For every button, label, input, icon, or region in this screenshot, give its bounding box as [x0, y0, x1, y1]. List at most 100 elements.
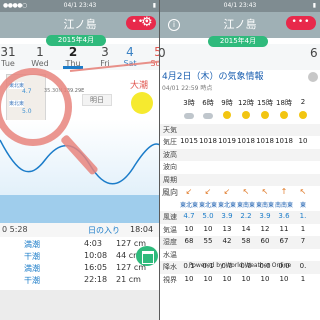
- temperature-value: 10: [184, 224, 194, 233]
- date-strip: [160, 44, 320, 70]
- wind-arrow-icon: ↖: [261, 187, 269, 196]
- day-of-week: Wed: [31, 59, 49, 68]
- date-number: 6: [310, 46, 318, 60]
- cloud-icon: [199, 111, 217, 121]
- wind-speed-row: 風速 4.7 5.0 3.9 2.2 3.9 3.6 1.: [160, 211, 320, 224]
- wave-period-row: 周期: [160, 173, 320, 186]
- humidity-value: 60: [260, 237, 270, 245]
- tide-label: 干潮: [24, 276, 40, 285]
- humidity-value: 55: [203, 237, 213, 245]
- wind-direction: 東南東: [256, 201, 275, 209]
- wind-arrow-icon: ↙: [204, 187, 212, 196]
- status-bar: 04/1 23:43 ▮: [160, 0, 320, 12]
- pressure-row: 気圧 1015 1018 1019 1018 1018 1018 10: [160, 136, 320, 149]
- status-time: 04/1 23:43: [223, 2, 257, 9]
- hour-label: 12時: [238, 99, 254, 107]
- row-label: 風速: [163, 213, 177, 221]
- wave-direction-row: 波向: [160, 161, 320, 174]
- row-label: 天気: [163, 125, 177, 134]
- hour-label: 18時: [276, 99, 292, 107]
- sun-icon: [237, 110, 255, 121]
- wind-direction-text-row: 東北東 東北東 東北東 東南東 東南東 南南東 東: [160, 199, 320, 212]
- close-icon[interactable]: [308, 72, 318, 82]
- calendar-icon[interactable]: [136, 246, 158, 266]
- visibility-value: 10: [203, 274, 213, 283]
- humidity-value: 68: [184, 237, 194, 245]
- visibility-value: 10: [222, 274, 232, 283]
- tide-height: 21 cm: [116, 275, 141, 284]
- row-label: 視界: [163, 275, 177, 284]
- wind-speed-value: 4.7: [183, 212, 195, 220]
- weather-icons-row: [160, 110, 320, 124]
- wind-direction: 東南東: [237, 201, 256, 209]
- temperature-value: 11: [279, 224, 289, 233]
- wind-direction: 東北東: [218, 201, 237, 209]
- sun-icon: [218, 110, 236, 121]
- updated-time: 04/01 22:59 時点: [162, 85, 213, 92]
- visibility-value: 10: [279, 274, 289, 283]
- moon-phase-label: 明日: [82, 94, 112, 106]
- pressure-value: 1015: [180, 137, 198, 145]
- wind-speed-value: 1.: [299, 212, 307, 220]
- wind-arrow-icon: ↙: [185, 187, 193, 196]
- hour-label: 2: [300, 98, 306, 106]
- date-cell[interactable]: 1 Wed: [24, 44, 56, 70]
- pressure-value: 1018: [256, 137, 274, 145]
- visibility-value: 10: [241, 274, 251, 283]
- sunset-time: 18:04: [130, 225, 154, 234]
- wind-arrow-icon: ↑: [280, 187, 288, 196]
- wind-speed-value: 3.6: [278, 212, 290, 220]
- pressure-value: 10: [298, 137, 308, 145]
- row-label: 風向: [162, 188, 178, 197]
- date-cell[interactable]: 5 Sun: [142, 44, 160, 70]
- date-number: 31: [0, 45, 16, 59]
- wave-height-row: 波高: [160, 148, 320, 161]
- day-of-week: Tue: [1, 59, 15, 68]
- water-temp-row: 水温: [160, 249, 320, 262]
- temperature-value: 1: [300, 224, 306, 233]
- sunset-label: 日の入り: [88, 226, 120, 235]
- table-row: 満潮 4:03 127 cm: [0, 239, 160, 251]
- date-number: 0: [160, 46, 166, 60]
- sun-icon: [275, 110, 293, 121]
- table-row: 満潮 16:05 127 cm: [0, 263, 160, 275]
- sun-icon: [294, 110, 312, 121]
- temperature-value: 12: [260, 224, 270, 233]
- pressure-value: 1018: [199, 137, 217, 145]
- cloud-icon: [180, 111, 198, 121]
- date-number: 1: [36, 45, 44, 59]
- tide-label: 満潮: [24, 264, 40, 273]
- temperature-value: 13: [222, 224, 232, 233]
- wind-speed-value: 5.0: [202, 212, 214, 220]
- tide-label: 満潮: [24, 240, 40, 249]
- tide-screen: ●●●●○ 04/1 23:43 ▮ 江ノ島 ••• ⚙ 31 Tue 1 We…: [0, 0, 160, 320]
- row-label: 波高: [163, 150, 177, 159]
- hour-label: 6時: [202, 99, 214, 107]
- temperature-value: 14: [241, 224, 251, 233]
- tide-time: 10:08: [84, 251, 108, 260]
- weather-table: 3時 6時 9時 12時 15時 18時 2 天気 気圧 1015 1018 1…: [160, 97, 320, 286]
- signal-icon: ●●●●○: [3, 2, 27, 9]
- wind-arrow-icon: ↖: [242, 187, 250, 196]
- hour-label: 15時: [257, 99, 273, 107]
- visibility-value: 10: [184, 274, 194, 283]
- month-label: 2015年4月: [208, 36, 268, 47]
- row-label: 波向: [163, 163, 177, 171]
- menu-dots-icon[interactable]: •••: [286, 16, 316, 30]
- powered-by-text: Powered by World Weather Online: [188, 262, 292, 269]
- gear-icon[interactable]: ⚙: [141, 16, 155, 30]
- hour-label: 3時: [183, 99, 195, 107]
- humidity-value: 67: [279, 237, 289, 245]
- wind-direction: 東北東: [180, 201, 199, 209]
- status-time: 04/1 23:43: [63, 2, 97, 9]
- wind-direction-row: 風向 ↙ ↙ ↙ ↖ ↖ ↑ ↖: [160, 186, 320, 199]
- hour-label: 9時: [221, 99, 233, 107]
- tide-time: 4:03: [84, 239, 102, 248]
- wind-direction: 東: [299, 201, 306, 209]
- bottom-area: [0, 290, 160, 320]
- hours-row: 3時 6時 9時 12時 15時 18時 2: [160, 97, 320, 110]
- visibility-row: 視界 10 10 10 10 10 10 1: [160, 274, 320, 287]
- pressure-value: 1019: [218, 137, 236, 145]
- temperature-row: 気温 10 10 13 14 12 11 1: [160, 224, 320, 237]
- date-cell[interactable]: 31 Tue: [0, 44, 24, 70]
